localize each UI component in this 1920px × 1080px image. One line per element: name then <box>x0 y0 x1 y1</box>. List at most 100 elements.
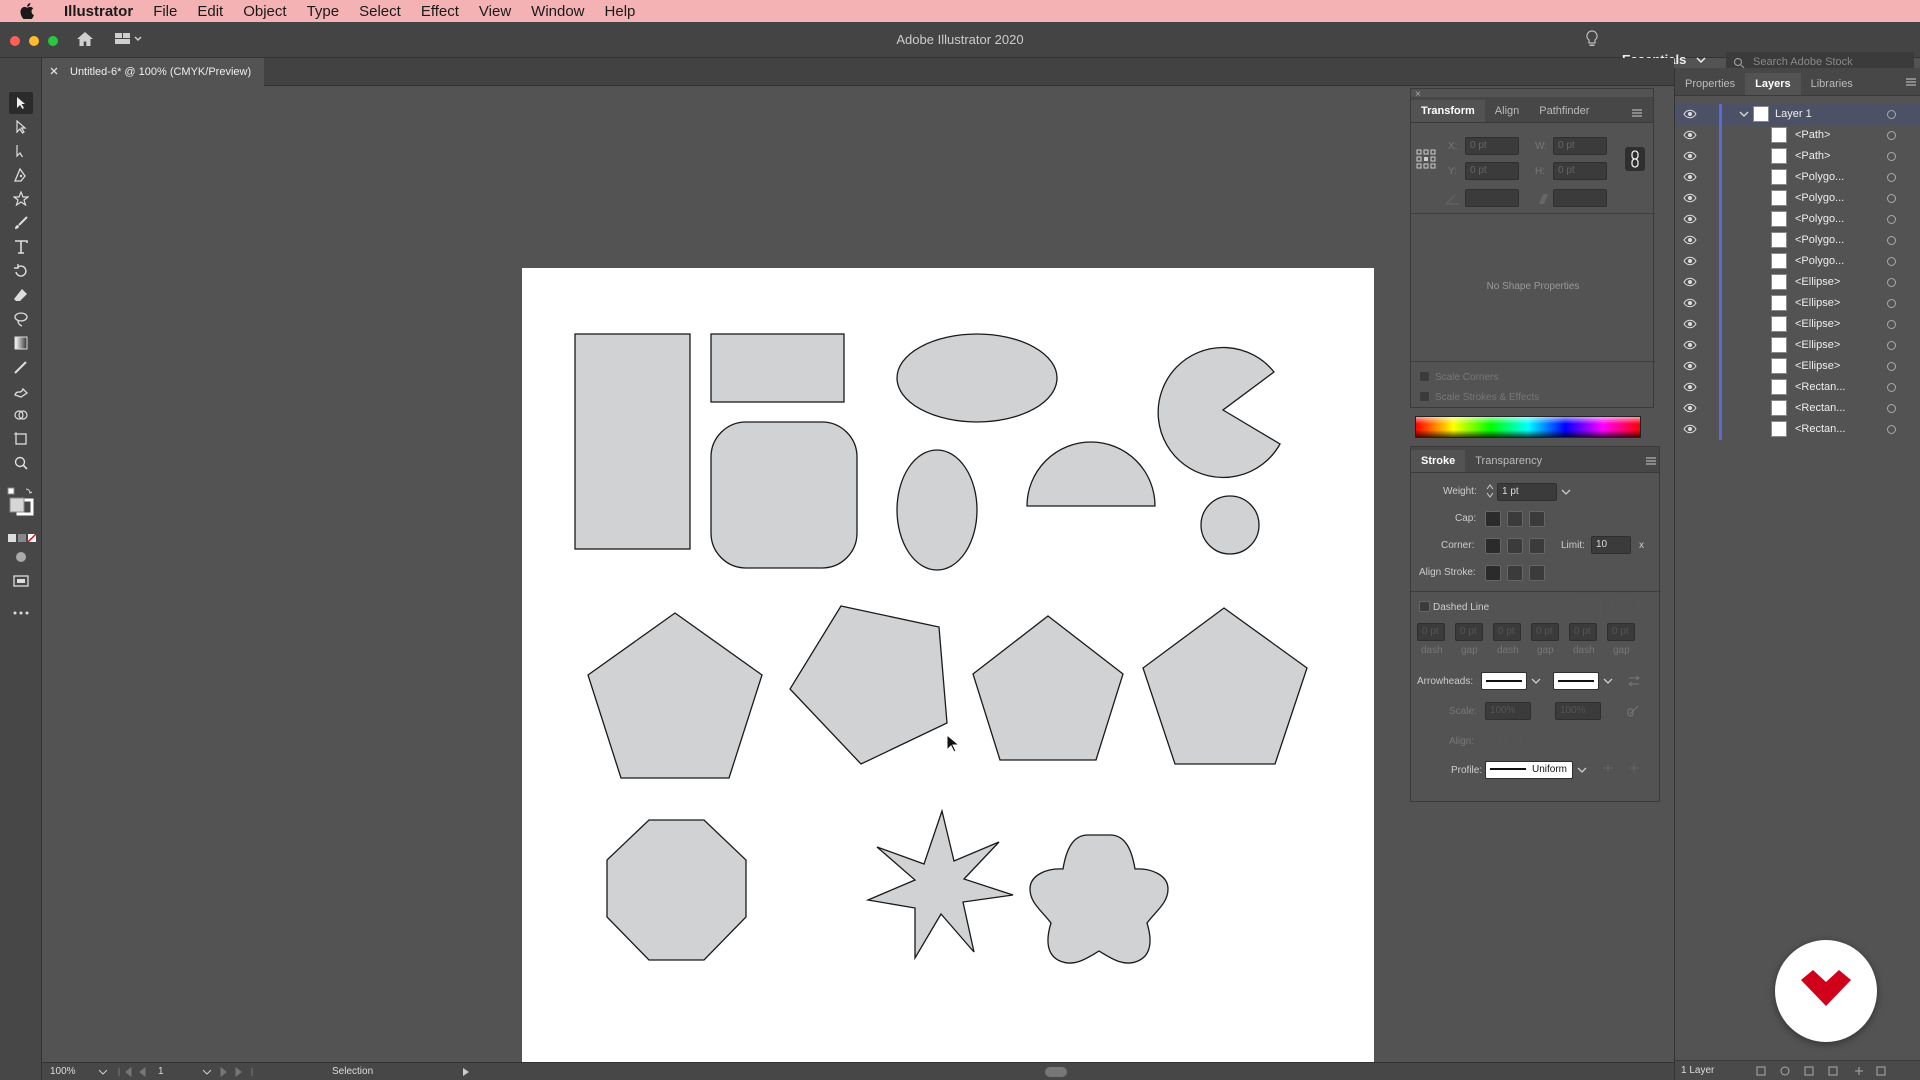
target-circle-icon[interactable] <box>1887 320 1896 329</box>
paintbrush-tool-icon[interactable] <box>9 212 33 234</box>
dashed-line-checkbox[interactable] <box>1419 601 1430 612</box>
lasso-tool-icon[interactable] <box>9 308 33 330</box>
visibility-eye-icon[interactable] <box>1683 318 1697 330</box>
menu-file[interactable]: File <box>143 3 187 20</box>
round-cap-button[interactable] <box>1507 511 1523 527</box>
sublayer-row[interactable]: <Polygo... <box>1675 230 1920 251</box>
tab-libraries[interactable]: Libraries <box>1801 73 1863 95</box>
chevron-down-icon[interactable] <box>1561 489 1571 495</box>
chevron-down-icon[interactable] <box>202 1069 212 1075</box>
butt-cap-button[interactable] <box>1485 511 1501 527</box>
half-circle-shape[interactable] <box>1026 441 1156 507</box>
lightbulb-icon[interactable] <box>1586 30 1598 53</box>
target-circle-icon[interactable] <box>1887 383 1896 392</box>
eraser-tool-icon[interactable] <box>9 284 33 306</box>
sublayer-row[interactable]: <Rectan... <box>1675 419 1920 440</box>
visibility-eye-icon[interactable] <box>1683 171 1697 183</box>
type-tool-icon[interactable] <box>9 236 33 258</box>
gap-field-2[interactable]: 0 pt <box>1531 623 1559 641</box>
wide-rectangle-shape[interactable] <box>710 333 845 403</box>
tab-properties[interactable]: Properties <box>1675 73 1745 95</box>
sublayer-row[interactable]: <Polygo... <box>1675 188 1920 209</box>
pentagon-shape-1[interactable] <box>587 612 763 779</box>
tab-transform[interactable]: Transform <box>1411 100 1485 122</box>
w-field[interactable]: 0 pt <box>1553 137 1607 155</box>
bevel-join-button[interactable] <box>1529 538 1545 554</box>
round-join-button[interactable] <box>1507 538 1523 554</box>
preserve-dash-button[interactable] <box>1573 599 1601 615</box>
end-scale-field[interactable]: 100% <box>1555 702 1601 720</box>
fill-stroke-swatches[interactable] <box>6 486 36 525</box>
start-scale-field[interactable]: 100% <box>1485 702 1531 720</box>
star-tool-icon[interactable] <box>9 188 33 210</box>
tab-transparency[interactable]: Transparency <box>1465 450 1552 472</box>
flip-across-icon[interactable] <box>1627 761 1641 775</box>
align-inside-button[interactable] <box>1507 565 1523 581</box>
small-circle-shape[interactable] <box>1200 495 1260 555</box>
pentagon-shape-4[interactable] <box>1142 607 1308 765</box>
menu-effect[interactable]: Effect <box>411 3 469 20</box>
limit-field[interactable]: 10 <box>1591 536 1631 554</box>
pie-shape[interactable] <box>1157 346 1281 479</box>
zoom-tool-icon[interactable] <box>9 452 33 474</box>
tab-align[interactable]: Align <box>1485 100 1529 122</box>
menu-type[interactable]: Type <box>297 3 350 20</box>
target-circle-icon[interactable] <box>1887 236 1896 245</box>
sublayer-row[interactable]: <Polygo... <box>1675 251 1920 272</box>
visibility-eye-icon[interactable] <box>1683 402 1697 414</box>
shape-builder-tool-icon[interactable] <box>9 404 33 426</box>
shear-field[interactable] <box>1553 189 1607 207</box>
dash-field-1[interactable]: 0 pt <box>1417 623 1445 641</box>
menu-view[interactable]: View <box>469 3 521 20</box>
sublayer-row[interactable]: <Rectan... <box>1675 398 1920 419</box>
menu-edit[interactable]: Edit <box>187 3 233 20</box>
arrow-place-button[interactable] <box>1505 734 1521 750</box>
align-dash-button[interactable] <box>1611 599 1639 615</box>
visibility-eye-icon[interactable] <box>1683 129 1697 141</box>
visibility-eye-icon[interactable] <box>1683 276 1697 288</box>
end-arrowhead-select[interactable] <box>1553 672 1599 690</box>
visibility-eye-icon[interactable] <box>1683 423 1697 435</box>
more-tools-icon[interactable] <box>9 602 33 624</box>
link-scale-icon[interactable] <box>1627 703 1641 717</box>
pentagon-shape-2[interactable] <box>789 605 948 765</box>
visibility-eye-icon[interactable] <box>1683 213 1697 225</box>
target-circle-icon[interactable] <box>1887 194 1896 203</box>
visibility-eye-icon[interactable] <box>1683 192 1697 204</box>
panel-menu-icon[interactable] <box>1905 78 1917 86</box>
flower-shape[interactable] <box>1029 834 1169 964</box>
profile-select[interactable]: Uniform <box>1485 761 1573 779</box>
sublayer-row[interactable]: <Rectan... <box>1675 377 1920 398</box>
artboard-nav-next-icons[interactable] <box>218 1067 258 1077</box>
gap-field-1[interactable]: 0 pt <box>1455 623 1483 641</box>
artboard-number[interactable]: 1 <box>158 1066 164 1077</box>
swap-arrowheads-icon[interactable] <box>1627 675 1641 687</box>
menu-select[interactable]: Select <box>349 3 411 20</box>
align-outside-button[interactable] <box>1529 565 1545 581</box>
target-circle-icon[interactable] <box>1887 110 1896 119</box>
tab-pathfinder[interactable]: Pathfinder <box>1529 100 1599 122</box>
chevron-down-icon[interactable] <box>98 1069 108 1075</box>
visibility-eye-icon[interactable] <box>1683 381 1697 393</box>
tab-layers[interactable]: Layers <box>1745 73 1801 95</box>
direct-selection-tool-icon[interactable] <box>9 116 33 138</box>
sublayer-row[interactable]: <Ellipse> <box>1675 293 1920 314</box>
target-circle-icon[interactable] <box>1887 299 1896 308</box>
play-icon[interactable] <box>462 1067 470 1077</box>
chevron-down-icon[interactable] <box>1739 111 1749 117</box>
close-tab-icon[interactable] <box>50 66 58 78</box>
tab-stroke[interactable]: Stroke <box>1411 450 1466 472</box>
rotate-tool-icon[interactable] <box>9 260 33 282</box>
visibility-eye-icon[interactable] <box>1683 234 1697 246</box>
panel-close-icon[interactable]: × <box>1415 89 1421 100</box>
target-circle-icon[interactable] <box>1887 257 1896 266</box>
visibility-eye-icon[interactable] <box>1683 339 1697 351</box>
zoom-level[interactable]: 100% <box>50 1066 76 1077</box>
rotate-field[interactable] <box>1465 189 1519 207</box>
menu-object[interactable]: Object <box>233 3 296 20</box>
sublayer-row[interactable]: <Ellipse> <box>1675 356 1920 377</box>
tall-rectangle-shape[interactable] <box>574 333 691 550</box>
screen-mode-icon[interactable] <box>9 570 33 592</box>
menu-app-name[interactable]: Illustrator <box>54 3 143 20</box>
visibility-eye-icon[interactable] <box>1683 297 1697 309</box>
